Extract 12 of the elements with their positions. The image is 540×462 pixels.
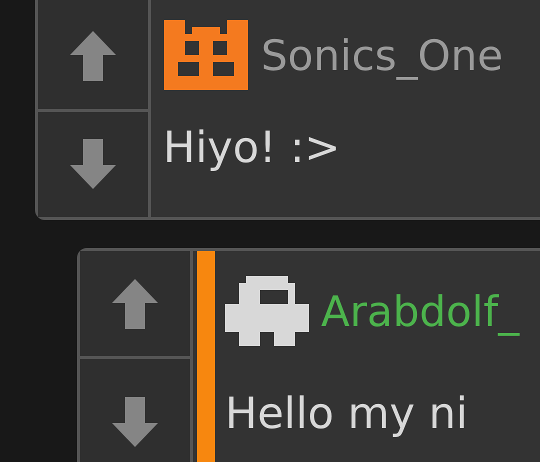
upvote-button[interactable]: [80, 251, 190, 356]
comment-text: Hiyo! :>: [163, 123, 342, 173]
down-arrow-icon: [70, 139, 116, 190]
down-arrow-icon: [112, 397, 158, 447]
username[interactable]: Arabdolf_: [321, 286, 520, 336]
up-arrow-icon: [112, 278, 158, 328]
downvote-button[interactable]: [80, 356, 190, 462]
upvote-button[interactable]: [38, 0, 148, 108]
up-arrow-icon: [70, 30, 116, 81]
comment-text: Hello my ni: [225, 389, 469, 439]
downvote-button[interactable]: [38, 108, 148, 217]
username[interactable]: Sonics_One: [261, 30, 504, 80]
